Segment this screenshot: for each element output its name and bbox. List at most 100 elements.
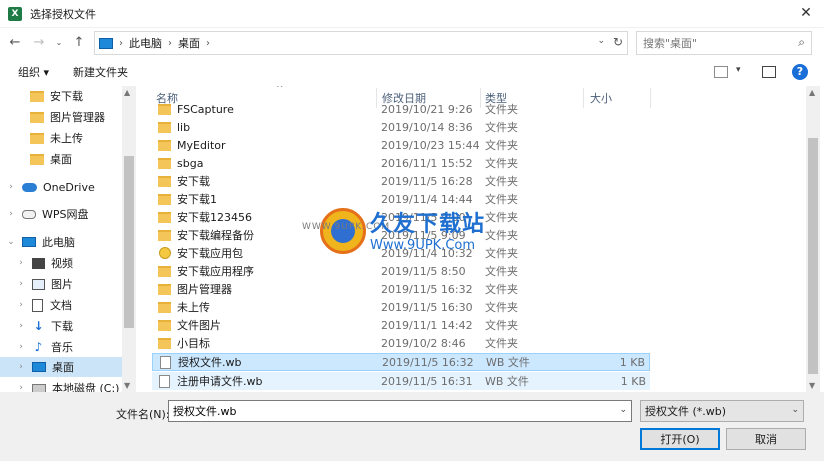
search-box[interactable]: ⌕ — [636, 31, 812, 55]
nav-item-desktop-folder[interactable]: 桌面 — [30, 149, 72, 169]
chevron-down-icon[interactable]: ⌄ — [791, 405, 799, 415]
file-name: 安下载编程备份 — [177, 229, 254, 242]
folder-icon — [158, 103, 171, 115]
file-date: 2019/11/5 9:09 — [381, 228, 466, 242]
file-row[interactable]: 文件图片 2019/11/1 14:42 文件夹 — [152, 316, 650, 334]
scrollbar-thumb[interactable] — [124, 156, 134, 328]
file-date: 2019/11/5 16:32 — [382, 355, 474, 369]
filename-input[interactable] — [173, 404, 603, 418]
file-type: 文件夹 — [485, 121, 518, 134]
file-row[interactable]: 安下载 2019/11/5 16:28 文件夹 — [152, 172, 650, 190]
file-name-cell: 安下载123456 — [158, 209, 252, 225]
nav-item-this-pc[interactable]: ⌄ 此电脑 — [6, 232, 75, 252]
chevron-down-icon[interactable]: ⌄ — [619, 405, 627, 415]
file-name: 安下载123456 — [177, 211, 252, 224]
chevron-right-icon[interactable]: › — [16, 321, 26, 331]
scroll-down-icon[interactable]: ▼ — [809, 381, 815, 390]
folder-icon — [30, 90, 44, 102]
scrollbar-thumb[interactable] — [808, 138, 818, 374]
file-row[interactable]: 安下载编程备份 2019/11/5 9:09 文件夹 — [152, 226, 650, 244]
search-icon[interactable]: ⌕ — [798, 35, 805, 50]
chevron-right-icon[interactable]: › — [16, 300, 26, 310]
breadcrumb-this-pc[interactable]: 此电脑 — [129, 35, 162, 51]
nav-item-documents[interactable]: › 文档 — [16, 295, 72, 315]
open-button[interactable]: 打开(O) — [640, 428, 720, 450]
computer-icon — [22, 237, 36, 247]
nav-item-onedrive[interactable]: › OneDrive — [6, 177, 95, 197]
nav-item-label: 本地磁盘 (C:) — [52, 382, 120, 392]
folder-icon — [158, 301, 171, 313]
file-row[interactable]: 小目标 2019/10/2 8:46 文件夹 — [152, 334, 650, 352]
breadcrumb-desktop[interactable]: 桌面 — [178, 35, 200, 51]
file-row[interactable]: 注册申请文件.wb 2019/11/5 16:31 WB 文件 1 KB — [152, 372, 650, 390]
file-row[interactable]: 安下载1 2019/11/4 14:44 文件夹 — [152, 190, 650, 208]
desktop-icon — [32, 362, 46, 372]
close-icon[interactable]: ✕ — [798, 5, 814, 21]
navigation-scrollbar[interactable]: ▲ ▼ — [122, 86, 136, 392]
file-row-selected[interactable]: 授权文件.wb 2019/11/5 16:32 WB 文件 1 KB — [152, 353, 650, 371]
nav-item-label: 下载 — [51, 320, 73, 333]
file-row[interactable]: 安下载应用包 2019/11/4 10:32 文件夹 — [152, 244, 650, 262]
chevron-right-icon[interactable]: › — [168, 38, 172, 49]
address-bar[interactable]: › 此电脑 › 桌面 › ⌄ ↻ — [94, 31, 628, 55]
filetype-select[interactable]: 授权文件 (*.wb) ⌄ — [640, 400, 804, 422]
file-row[interactable]: FSCapture 2019/10/21 9:26 文件夹 — [152, 100, 650, 118]
search-input[interactable] — [643, 36, 783, 50]
chevron-down-icon[interactable]: ⌄ — [597, 36, 605, 46]
file-row[interactable]: MyEditor 2019/10/23 15:44 文件夹 — [152, 136, 650, 154]
file-icon — [159, 374, 170, 388]
chevron-right-icon[interactable]: › — [6, 182, 16, 192]
chevron-down-icon[interactable]: ▾ — [736, 65, 741, 75]
nav-item-local-disk-c[interactable]: › 本地磁盘 (C:) — [16, 378, 119, 392]
file-row[interactable]: 图片管理器 2019/11/5 16:32 文件夹 — [152, 280, 650, 298]
new-folder-button[interactable]: 新建文件夹 — [73, 64, 128, 80]
preview-pane-icon[interactable] — [762, 66, 776, 78]
file-row[interactable]: 未上传 2019/11/5 16:30 文件夹 — [152, 298, 650, 316]
file-list-scrollbar[interactable]: ▲ ▼ — [806, 86, 820, 392]
forward-arrow-icon[interactable]: → — [30, 34, 48, 52]
chevron-right-icon[interactable]: › — [16, 342, 26, 352]
chevron-right-icon[interactable]: › — [16, 383, 26, 392]
picture-icon — [32, 278, 45, 290]
file-row[interactable]: 安下载应用程序 2019/11/5 8:50 文件夹 — [152, 262, 650, 280]
scroll-up-icon[interactable]: ▲ — [809, 88, 815, 97]
nav-item-music[interactable]: › ♪ 音乐 — [16, 337, 73, 357]
chevron-right-icon[interactable]: › — [206, 38, 210, 49]
file-type: 文件夹 — [485, 103, 518, 116]
nav-item-label: 桌面 — [50, 153, 72, 166]
column-divider[interactable] — [650, 88, 651, 108]
back-arrow-icon[interactable]: ← — [6, 34, 24, 52]
nav-item-anxiazai[interactable]: 安下载 — [30, 86, 83, 106]
filename-field[interactable]: ⌄ — [168, 400, 632, 422]
folder-icon — [158, 157, 171, 169]
refresh-icon[interactable]: ↻ — [613, 35, 623, 49]
file-row[interactable]: lib 2019/10/14 8:36 文件夹 — [152, 118, 650, 136]
nav-item-desktop[interactable]: › 桌面 — [0, 357, 122, 377]
chevron-right-icon: › — [119, 37, 123, 49]
chevron-right-icon[interactable]: › — [16, 258, 26, 268]
nav-item-label: 音乐 — [51, 341, 73, 354]
help-icon[interactable]: ? — [792, 64, 808, 80]
nav-item-wps-drive[interactable]: › WPS网盘 — [6, 204, 88, 224]
file-row[interactable]: sbga 2016/11/1 15:52 文件夹 — [152, 154, 650, 172]
nav-item-videos[interactable]: › 视频 — [16, 253, 73, 273]
folder-icon — [158, 139, 171, 151]
view-options-icon[interactable] — [714, 66, 728, 78]
up-arrow-icon[interactable]: ↑ — [70, 34, 88, 52]
organize-menu[interactable]: 组织 ▾ — [18, 64, 49, 80]
scroll-up-icon[interactable]: ▲ — [124, 88, 130, 97]
nav-item-not-uploaded[interactable]: 未上传 — [30, 128, 83, 148]
cancel-button[interactable]: 取消 — [726, 428, 806, 450]
nav-item-pictures[interactable]: › 图片 — [16, 274, 73, 294]
chevron-right-icon[interactable]: › — [6, 209, 16, 219]
chevron-right-icon[interactable]: › — [16, 279, 26, 289]
scroll-down-icon[interactable]: ▼ — [124, 381, 130, 390]
nav-item-downloads[interactable]: › ↓ 下载 — [16, 316, 73, 336]
smiley-icon — [159, 247, 171, 259]
nav-item-picture-manager[interactable]: 图片管理器 — [30, 107, 105, 127]
file-type: 文件夹 — [485, 211, 518, 224]
chevron-right-icon[interactable]: › — [16, 362, 26, 372]
chevron-down-icon[interactable]: ⌄ — [6, 237, 16, 247]
recent-locations-chevron-icon[interactable]: ⌄ — [54, 34, 64, 52]
file-row[interactable]: 安下载123456 2019/11/5 9:00 文件夹 — [152, 208, 650, 226]
